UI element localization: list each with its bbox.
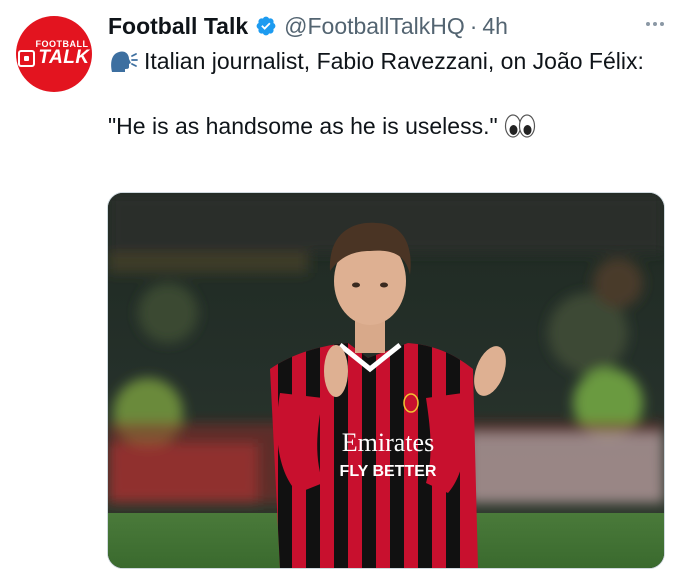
avatar[interactable]: FOOTBALL TALK	[16, 16, 92, 92]
more-options-icon[interactable]	[646, 14, 664, 34]
shirt-sponsor-subtext: FLY BETTER	[340, 463, 437, 480]
tweet-timestamp[interactable]: 4h	[482, 13, 508, 40]
tweet-image[interactable]: Emirates FLY BETTER	[107, 192, 665, 569]
author-handle[interactable]: @FootballTalkHQ	[284, 13, 465, 40]
author-name[interactable]: Football Talk	[108, 13, 248, 40]
avatar-logo-icon	[18, 49, 36, 67]
shirt-sponsor-text: Emirates	[342, 428, 434, 457]
tweet-text-line2: "He is as handsome as he is useless."	[108, 113, 498, 139]
tweet-text-line1: Italian journalist, Fabio Ravezzani, on …	[144, 48, 644, 74]
tweet-text: Italian journalist, Fabio Ravezzani, on …	[108, 46, 668, 146]
separator-dot: ·	[469, 12, 478, 39]
avatar-main-text: TALK	[38, 47, 90, 68]
eyes-icon	[504, 113, 536, 146]
speaking-head-icon	[108, 48, 138, 81]
tweet-header: Football Talk @FootballTalkHQ · 4h	[108, 10, 664, 42]
verified-badge-icon[interactable]	[255, 15, 277, 37]
